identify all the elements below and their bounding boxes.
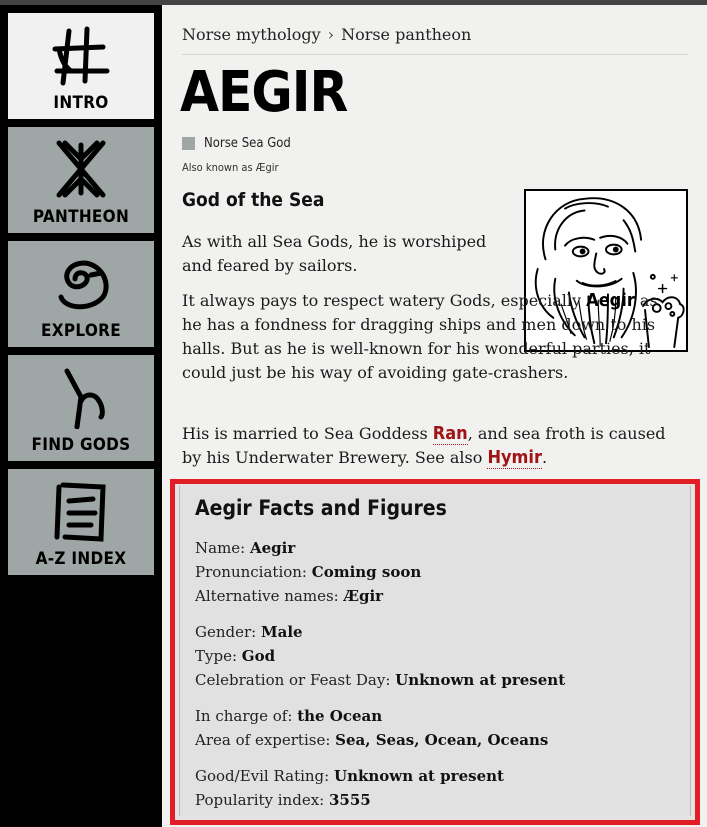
link-ran[interactable]: Ran <box>432 423 468 445</box>
text-span: . <box>541 448 548 467</box>
az-index-rune-icon <box>54 482 106 542</box>
sidebar-item-az-index[interactable]: A-Z INDEX <box>8 469 154 575</box>
fact-value: Coming soon <box>311 563 422 581</box>
sidebar-item-label: A-Z INDEX <box>35 549 127 569</box>
relations-paragraph: His is married to Sea Goddess Ran, and s… <box>182 422 682 470</box>
breadcrumb-link-norse-mythology[interactable]: Norse mythology <box>182 25 321 44</box>
sidebar-item-intro[interactable]: INTRO <box>8 13 154 119</box>
sidebar-nav: INTRO PANTHEON EXPLORE FIND GODS A-Z IND… <box>0 5 162 827</box>
fact-label: Name: <box>195 539 250 557</box>
fact-value: God <box>241 647 276 665</box>
fact-alternative-names: Alternative names: Ægir <box>195 586 383 606</box>
fact-label: Celebration or Feast Day: <box>195 671 396 689</box>
text-span: It always pays to respect watery Gods, e… <box>182 291 587 310</box>
god-name-emphasis: Aegir <box>586 290 635 311</box>
fact-in-charge-of: In charge of: the Ocean <box>195 706 382 726</box>
fact-label: Type: <box>195 647 242 665</box>
breadcrumb-link-norse-pantheon[interactable]: Norse pantheon <box>341 25 471 44</box>
fact-label: Alternative names: <box>195 587 344 605</box>
intro-paragraph: As with all Sea Gods, he is worshiped an… <box>182 232 487 275</box>
fact-feast-day: Celebration or Feast Day: Unknown at pre… <box>195 670 565 690</box>
fact-value: Ægir <box>343 587 384 605</box>
breadcrumb: Norse mythology › Norse pantheon <box>182 25 688 55</box>
intro-rune-icon <box>52 26 110 86</box>
description-paragraph: It always pays to respect watery Gods, e… <box>182 289 682 385</box>
fact-popularity-index: Popularity index: 3555 <box>195 790 371 810</box>
fact-label: In charge of: <box>195 707 298 725</box>
find-gods-rune-icon <box>64 368 105 429</box>
pantheon-rune-icon <box>56 140 106 198</box>
fact-area-of-expertise: Area of expertise: Sea, Seas, Ocean, Oce… <box>195 730 548 750</box>
fact-type: Type: God <box>195 646 275 666</box>
fact-pronunciation: Pronunciation: Coming soon <box>195 562 421 582</box>
facts-inner: Aegir Facts and Figures Name: Aegir Pron… <box>179 486 691 816</box>
fact-label: Gender: <box>195 623 261 641</box>
breadcrumb-separator-icon: › <box>327 25 335 44</box>
also-known-as: Also known as Ægir <box>182 161 279 174</box>
fact-value: the Ocean <box>297 707 383 725</box>
fact-label: Good/Evil Rating: <box>195 767 334 785</box>
text-span: His is married to Sea Goddess <box>182 424 433 443</box>
fact-value: Male <box>261 623 303 641</box>
link-hymir[interactable]: Hymir <box>487 447 542 469</box>
fact-label: Popularity index: <box>195 791 329 809</box>
fact-label: Area of expertise: <box>195 731 336 749</box>
page-title: AEGIR <box>180 60 348 125</box>
fact-gender: Gender: Male <box>195 622 303 642</box>
sidebar-item-label: INTRO <box>53 93 109 113</box>
fact-value: Unknown at present <box>395 671 566 689</box>
sidebar-item-explore[interactable]: EXPLORE <box>8 241 154 347</box>
fact-value: Aegir <box>250 539 296 557</box>
subtitle-row: Norse Sea God <box>182 136 291 151</box>
explore-rune-icon <box>58 260 109 310</box>
fact-label: Pronunciation: <box>195 563 312 581</box>
fact-value: Sea, Seas, Ocean, Oceans <box>335 731 549 749</box>
fact-good-evil-rating: Good/Evil Rating: Unknown at present <box>195 766 504 786</box>
sidebar-item-label: PANTHEON <box>32 207 130 227</box>
page-subtitle: Norse Sea God <box>204 136 291 151</box>
fact-name: Name: Aegir <box>195 538 295 558</box>
facts-heading: Aegir Facts and Figures <box>195 496 447 520</box>
section-heading: God of the Sea <box>182 189 325 211</box>
facts-box: Aegir Facts and Figures Name: Aegir Pron… <box>170 479 700 825</box>
fact-value: Unknown at present <box>333 767 504 785</box>
sidebar-item-pantheon[interactable]: PANTHEON <box>8 127 154 233</box>
fact-value: 3555 <box>328 791 371 809</box>
sidebar-item-find-gods[interactable]: FIND GODS <box>8 355 154 461</box>
sidebar-item-label: EXPLORE <box>41 321 121 341</box>
sidebar-item-label: FIND GODS <box>31 435 131 455</box>
category-swatch <box>182 137 195 150</box>
